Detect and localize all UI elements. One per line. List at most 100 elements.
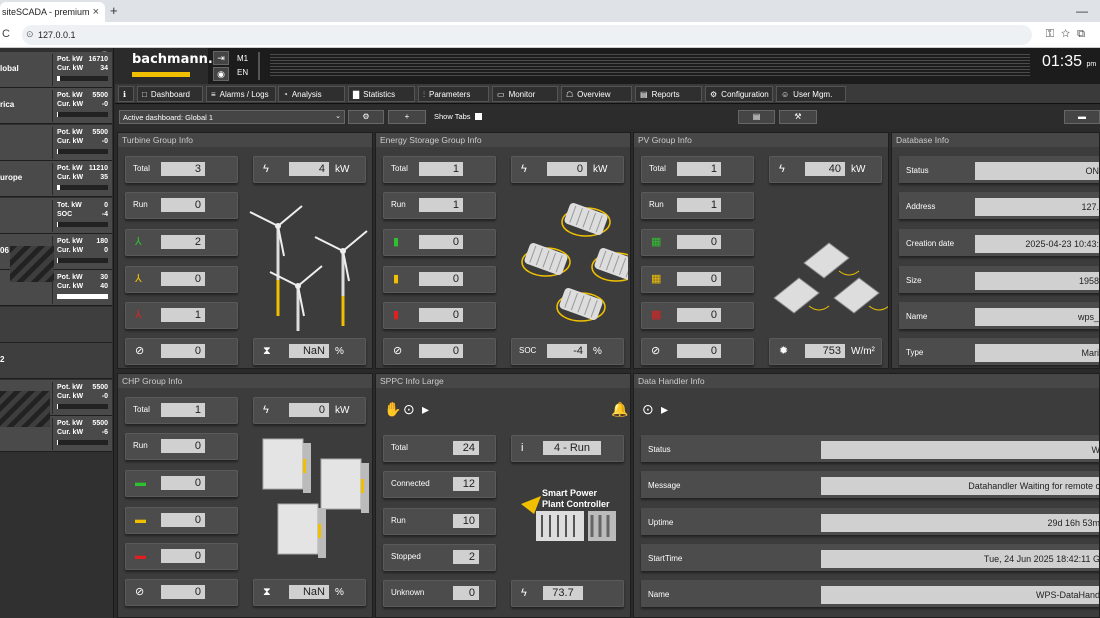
browser-tab[interactable]: siteSCADA - premium × (0, 2, 105, 22)
browser-action-icons[interactable]: ⚿☆⧉ (1046, 28, 1092, 41)
site-name: 06 (0, 246, 9, 255)
power-bar (57, 294, 108, 300)
power-unit: kW (335, 405, 350, 416)
main-menu: ℹ □ Dashboard ≡ Alarms / Logs ◔ Analysis ▇ Stati… (115, 84, 1100, 104)
status-unknown-icon: ⊘ (393, 345, 403, 357)
power-bar-fill (57, 258, 59, 263)
count-label: Total (133, 164, 150, 173)
site-info-icon[interactable]: ⊙ (26, 29, 34, 40)
db-row: Name wps_d (899, 302, 1099, 329)
folder-button[interactable]: ▬ (1064, 110, 1100, 124)
power-tile: ϟ 0 kW (511, 156, 624, 183)
wrench-button[interactable]: ⚒ (779, 110, 817, 124)
reload-icon[interactable]: C (2, 28, 10, 40)
metric-label: Cur. kW (57, 101, 84, 109)
menu-item-statistics[interactable]: ▇ Statistics (348, 86, 415, 102)
db-label: Creation date (906, 239, 955, 248)
close-tab-icon[interactable]: × (93, 6, 99, 18)
menu-item-user-mgm-[interactable]: ☺ User Mgm. (776, 86, 846, 102)
add-dashboard-button[interactable]: + (388, 110, 426, 124)
count-value: 0 (677, 235, 721, 249)
document-button[interactable]: ▤ (738, 110, 775, 124)
view-icon[interactable]: ◉ (213, 67, 229, 81)
panel-title: Database Info (892, 133, 1099, 147)
menu-item-analysis[interactable]: ◔ Analysis (278, 86, 345, 102)
dashboard-select-value: Active dashboard: Global 1 (123, 113, 214, 122)
manual-mode-icon[interactable]: ✋ (384, 401, 401, 418)
sppc-state-value: 4 - Run (543, 441, 601, 455)
sidebar-site-row[interactable] (0, 306, 112, 343)
menu-item-dashboard[interactable]: □ Dashboard (137, 86, 203, 102)
count-value: 1 (161, 403, 205, 417)
metric-value: -6 (101, 429, 108, 436)
datahandler-value: Tue, 24 Jun 2025 18:42:11 G (821, 550, 1099, 568)
count-value: 0 (161, 198, 205, 212)
sidebar-site-row[interactable]: 2 (0, 343, 112, 380)
user-mgm--icon: ☺ (781, 90, 790, 99)
count-tile-total: Total 3 (125, 156, 238, 183)
datahandler-row: Uptime 29d 16h 53m (641, 508, 1099, 535)
power-bar-fill (57, 440, 59, 445)
sppc-count-tile: Unknown 0 (383, 580, 496, 607)
metric-label: Pot. kW (57, 383, 83, 391)
sidebar-site-row[interactable]: Tot. kW 0 SOC -4 (0, 197, 112, 234)
sidebar-site-row[interactable]: Pot. kW 5500 Cur. kW -0 (0, 124, 112, 161)
alarm-bell-icon[interactable]: 🔔 (611, 401, 628, 418)
sppc-power-value: 73.7 (543, 586, 583, 600)
sidebar-site-row[interactable]: rica Pot. kW 5500 Cur. kW -0 (0, 88, 112, 125)
metric-label: Tot. kW (57, 201, 82, 209)
language-label[interactable]: EN (237, 68, 248, 77)
chevron-down-icon: ⌄ (335, 113, 341, 120)
login-icon[interactable]: ⇥ (213, 51, 229, 65)
status-fault-icon: ▦ (651, 309, 662, 321)
sppc-label: Unknown (391, 588, 425, 597)
configuration-icon: ⚙ (710, 90, 718, 99)
lightning-icon: ϟ (263, 404, 269, 416)
db-value: wps_d (975, 308, 1099, 326)
turbine-group-panel: Turbine Group Info Total 3 Run 0 ⅄ 2 ⅄ 0 ⅄ 1 ⊘ 0 ϟ 4 kW… (117, 132, 373, 369)
clock-ampm: pm (1086, 61, 1097, 68)
stop-icon[interactable]: ⊙ (642, 401, 654, 418)
menu-item-configuration[interactable]: ⚙ Configuration (705, 86, 773, 102)
count-label: Total (133, 405, 150, 414)
dashboard-select[interactable]: Active dashboard: Global 1 ⌄ (119, 110, 345, 124)
sidebar-site-row[interactable]: lobal Pot. kW 16710 Cur. kW 34 (0, 52, 112, 88)
minimize-icon[interactable]: — (1076, 4, 1088, 18)
sppc-count-tile: Run 10 (383, 508, 496, 535)
machine-label[interactable]: M1 (237, 54, 248, 63)
stop-icon[interactable]: ⊙ (403, 401, 415, 418)
power-bar (57, 258, 108, 263)
menu-item-monitor[interactable]: ▭ Monitor (492, 86, 558, 102)
menu-item-info[interactable]: ℹ (118, 86, 134, 102)
count-value: 1 (677, 198, 721, 212)
menu-item-alarms-logs[interactable]: ≡ Alarms / Logs (206, 86, 276, 102)
show-tabs-toggle[interactable]: Show Tabs (434, 112, 482, 121)
power-bar-fill (57, 112, 59, 118)
row-divider (52, 381, 53, 414)
menu-item-overview[interactable]: ☖ Overview (561, 86, 632, 102)
dashboard-settings-button[interactable]: ⚙ (348, 110, 384, 124)
new-tab-icon[interactable]: + (110, 3, 118, 18)
menu-item-parameters[interactable]: ⫶ Parameters (418, 86, 489, 102)
count-label: Run (133, 200, 148, 209)
metric-value: 0 (104, 247, 108, 254)
count-value: 1 (677, 162, 721, 176)
menu-label: User Mgm. (793, 90, 833, 99)
count-tile-run: Run 0 (125, 192, 238, 219)
power-bar (57, 112, 108, 118)
panel-title: Turbine Group Info (118, 133, 372, 147)
address-bar[interactable]: ⊙ 127.0.0.1 (22, 25, 1032, 45)
menu-item-reports[interactable]: ▤ Reports (635, 86, 702, 102)
power-bar (57, 440, 108, 445)
status-warning-icon: ▮ (393, 273, 400, 285)
play-icon[interactable]: ▸ (422, 401, 429, 418)
sidebar-site-row[interactable]: urope Pot. kW 11210 Cur. kW 35 (0, 161, 112, 198)
play-icon[interactable]: ▸ (661, 401, 668, 418)
analysis-icon: ◔ (283, 90, 288, 99)
sppc-label: Total (391, 443, 408, 452)
menu-label: Configuration (721, 90, 769, 99)
lightning-icon: ϟ (263, 163, 269, 175)
show-tabs-checkbox[interactable] (474, 113, 482, 120)
soc-tile-label: SOC (519, 346, 537, 355)
menu-label: Dashboard (150, 90, 190, 99)
